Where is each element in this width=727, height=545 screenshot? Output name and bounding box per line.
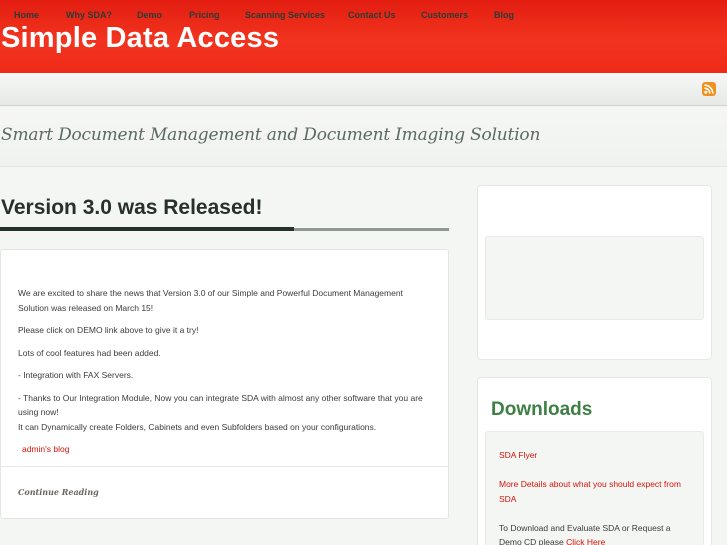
- downloads-heading: Downloads: [491, 399, 593, 420]
- site-tagline: Smart Document Management and Document I…: [1, 125, 541, 145]
- nav-why-sda[interactable]: Why SDA?: [66, 10, 112, 20]
- rss-feed-icon[interactable]: [702, 82, 716, 96]
- sidebar-widget-content: [485, 236, 704, 320]
- sda-flyer-link[interactable]: SDA Flyer: [499, 450, 537, 460]
- download-info-text: To Download and Evaluate SDA or Request …: [499, 523, 671, 533]
- post-body-line: Lots of cool features had been added.: [18, 348, 161, 358]
- post-body-line: We are excited to share the news that Ve…: [18, 288, 403, 298]
- nav-contact-us[interactable]: Contact Us: [348, 10, 396, 20]
- nav-blog[interactable]: Blog: [494, 10, 514, 20]
- nav-scanning-services[interactable]: Scanning Services: [245, 10, 325, 20]
- title-underline-light: [294, 228, 449, 231]
- post-body-line: - Thanks to Our Integration Module, Now …: [18, 393, 423, 403]
- post-body-line: It can Dynamically create Folders, Cabin…: [18, 422, 377, 432]
- site-title[interactable]: Simple Data Access: [1, 22, 279, 55]
- post-body-line: Please click on DEMO link above to give …: [18, 325, 199, 335]
- download-info-prefix: Demo CD please: [499, 537, 567, 545]
- download-info-text: Demo CD please Click Here: [499, 537, 605, 545]
- nav-demo[interactable]: Demo: [137, 10, 162, 20]
- main-nav: [0, 73, 727, 106]
- continue-reading-link[interactable]: Continue Reading: [18, 487, 99, 497]
- title-underline: [0, 227, 294, 231]
- more-details-link[interactable]: More Details about what you should expec…: [499, 479, 681, 489]
- more-details-link[interactable]: SDA: [499, 494, 516, 504]
- post-body-line: using now!: [18, 407, 59, 417]
- post-title[interactable]: Version 3.0 was Released!: [1, 196, 262, 220]
- author-blog-link[interactable]: admin's blog: [22, 444, 69, 454]
- nav-home[interactable]: Home: [14, 10, 39, 20]
- post-body-line: - Integration with FAX Servers.: [18, 370, 134, 380]
- post-body-line: Solution was released on March 15!: [18, 303, 154, 313]
- nav-customers[interactable]: Customers: [421, 10, 468, 20]
- nav-pricing[interactable]: Pricing: [189, 10, 220, 20]
- card-divider: [1, 466, 448, 467]
- click-here-link[interactable]: Click Here: [566, 537, 605, 545]
